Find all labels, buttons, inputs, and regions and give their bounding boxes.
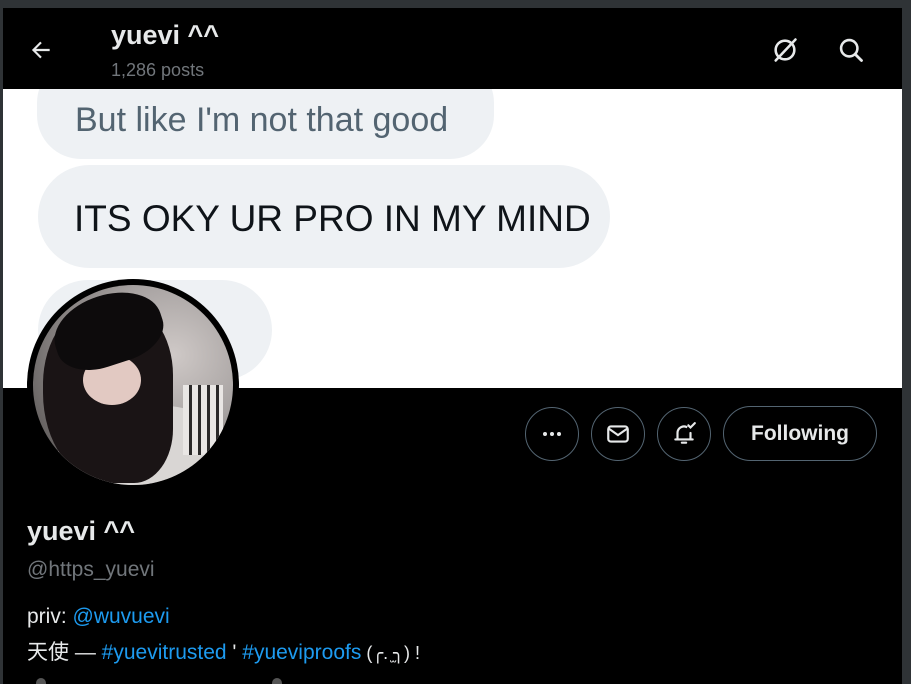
chat-bubble-text: ITS OKY UR PRO IN MY MIND	[74, 198, 591, 239]
notifications-button[interactable]	[657, 407, 711, 461]
header-posts-count: 1,286 posts	[111, 60, 205, 80]
grok-icon	[774, 38, 797, 62]
avatar[interactable]	[27, 279, 239, 491]
hashtag-link[interactable]: #yuevitrusted	[102, 641, 227, 664]
chat-bubble-text: But like I'm not that good	[75, 101, 449, 139]
bio-text: priv:	[27, 605, 73, 628]
following-button[interactable]: Following	[723, 406, 877, 461]
search-button[interactable]	[831, 30, 871, 70]
bio-text: 天使 —	[27, 641, 102, 664]
bio-line: priv: @wuvuevi	[27, 605, 170, 629]
metadata-icon	[36, 678, 46, 684]
profile-handle: @https_yuevi	[27, 558, 155, 581]
chat-bubble: But like I'm not that good	[37, 89, 494, 159]
bio-line: 天使 — #yuevitrusted ' #yueviproofs (╭. ̫╮…	[27, 636, 420, 666]
bio-mention-link[interactable]: @wuvuevi	[73, 605, 170, 628]
header-title: yuevi ^^	[111, 20, 220, 50]
scrollbar-track[interactable]	[902, 8, 911, 684]
hashtag-link[interactable]: #yueviproofs	[242, 641, 361, 664]
bell-plus-icon	[674, 422, 696, 444]
search-icon	[839, 38, 863, 62]
window-top-border	[0, 0, 911, 8]
bio-text: '	[226, 641, 243, 664]
metadata-icon	[272, 678, 282, 684]
message-button[interactable]	[591, 407, 645, 461]
chat-bubble: ITS OKY UR PRO IN MY MIND	[38, 165, 610, 268]
more-dots-icon	[543, 432, 561, 436]
arrow-left-icon	[31, 41, 50, 59]
avatar-image	[33, 285, 233, 485]
profile-header: yuevi ^^ 1,286 posts	[3, 8, 902, 89]
back-button[interactable]	[21, 30, 61, 70]
grok-button[interactable]	[765, 30, 805, 70]
more-button[interactable]	[525, 407, 579, 461]
profile-name: yuevi ^^	[27, 516, 136, 546]
envelope-icon	[607, 425, 629, 443]
bio-text: (╭. ̫╮) !	[361, 643, 421, 663]
